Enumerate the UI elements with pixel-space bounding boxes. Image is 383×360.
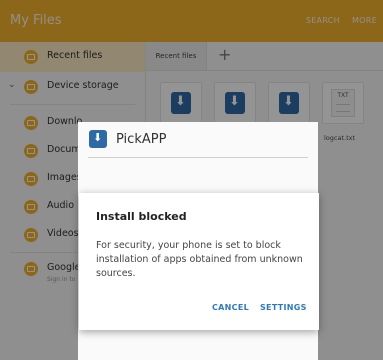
pickapp-title: PickAPP xyxy=(116,132,167,147)
dialog-title: Install blocked xyxy=(96,210,187,223)
pickapp-logo-icon xyxy=(89,130,107,148)
divider xyxy=(88,157,308,158)
cancel-button[interactable]: CANCEL xyxy=(212,303,249,312)
pickapp-header: PickAPP xyxy=(78,122,318,158)
install-blocked-dialog: Install blocked For security, your phone… xyxy=(79,193,319,330)
settings-button[interactable]: SETTINGS xyxy=(260,303,307,312)
dialog-message: For security, your phone is set to block… xyxy=(96,240,303,279)
my-files-app: My Files SEARCH MORE Recent files ⌄ Devi… xyxy=(0,0,383,360)
